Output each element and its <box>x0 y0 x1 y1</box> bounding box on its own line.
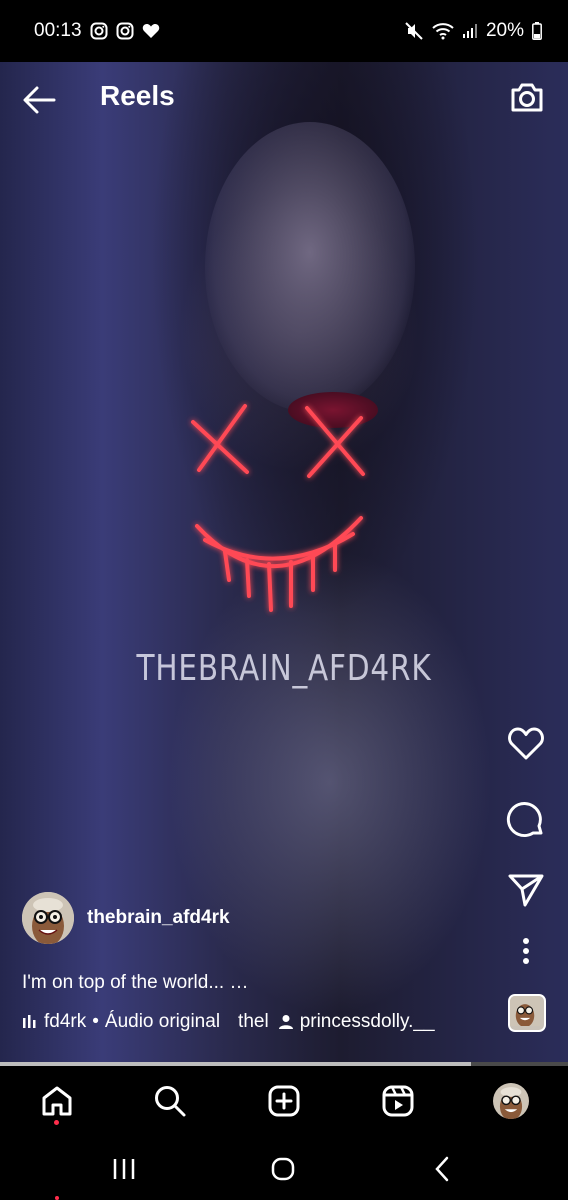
status-bar: 00:13 20% <box>0 0 568 62</box>
profile-avatar <box>493 1083 529 1119</box>
post-caption[interactable]: I'm on top of the world... … <box>22 972 248 994</box>
home-notification-dot <box>54 1120 59 1125</box>
recent-apps-icon <box>113 1159 135 1179</box>
audio-author: fd4rk <box>44 1011 87 1032</box>
instagram-icon <box>90 22 108 40</box>
battery-percent: 20% <box>485 20 524 41</box>
tagged-user[interactable]: princessdolly.__ <box>300 1011 435 1033</box>
bottom-nav <box>0 1066 568 1136</box>
home-circle-icon <box>271 1157 295 1181</box>
like-button[interactable] <box>506 726 546 762</box>
heart-icon <box>142 23 160 39</box>
avatar[interactable] <box>22 892 74 944</box>
system-indicator-dot <box>55 1196 59 1200</box>
reels-icon <box>382 1085 414 1117</box>
audio-row[interactable]: fd4rk • Áudio original thel princessdoll… <box>22 1011 435 1033</box>
home-system-button[interactable] <box>268 1154 298 1184</box>
search-icon <box>155 1086 186 1117</box>
more-vertical-icon <box>523 938 529 964</box>
page-title: Reels <box>100 80 175 111</box>
status-time: 00:13 <box>34 20 82 41</box>
signal-icon <box>462 23 478 39</box>
back-button[interactable] <box>20 82 58 118</box>
nav-search[interactable] <box>151 1082 189 1120</box>
audio-thumbnail[interactable] <box>508 994 546 1032</box>
arrow-left-icon <box>23 86 56 114</box>
recent-apps-button[interactable] <box>109 1154 139 1184</box>
share-button[interactable] <box>506 872 546 908</box>
nav-profile[interactable] <box>492 1082 530 1120</box>
neon-mask-icon <box>191 404 365 612</box>
video-watermark: THEBRAIN_AFD4RK <box>136 648 432 689</box>
add-post-icon <box>268 1085 300 1117</box>
nav-reels[interactable] <box>379 1082 417 1120</box>
status-left: 00:13 <box>34 20 160 42</box>
instagram-icon <box>116 22 134 40</box>
audio-bars-icon <box>23 1015 36 1028</box>
comment-icon <box>506 802 543 838</box>
audio-extra: thel <box>238 1011 269 1032</box>
username[interactable]: thebrain_afd4rk <box>87 907 230 929</box>
audio-label: Áudio original <box>104 1011 221 1032</box>
nav-create[interactable] <box>265 1082 303 1120</box>
mute-icon <box>404 21 424 41</box>
person-icon <box>278 1015 293 1029</box>
camera-icon <box>511 83 543 112</box>
system-nav-bar <box>0 1136 568 1200</box>
chevron-left-icon <box>435 1156 449 1182</box>
video-figure-face <box>205 122 415 412</box>
more-options-button[interactable] <box>506 936 546 966</box>
comment-button[interactable] <box>506 800 546 840</box>
nav-home[interactable] <box>38 1082 76 1120</box>
audio-separator: • <box>92 1011 99 1032</box>
wifi-icon <box>432 22 454 40</box>
send-icon <box>508 874 544 907</box>
camera-button[interactable] <box>508 78 546 116</box>
heart-icon <box>508 727 544 760</box>
home-icon <box>42 1086 72 1116</box>
post-author[interactable]: thebrain_afd4rk <box>22 892 230 944</box>
battery-icon <box>532 22 542 40</box>
back-system-button[interactable] <box>427 1154 457 1184</box>
status-right: 20% <box>404 20 542 42</box>
reels-header: Reels <box>0 62 568 134</box>
